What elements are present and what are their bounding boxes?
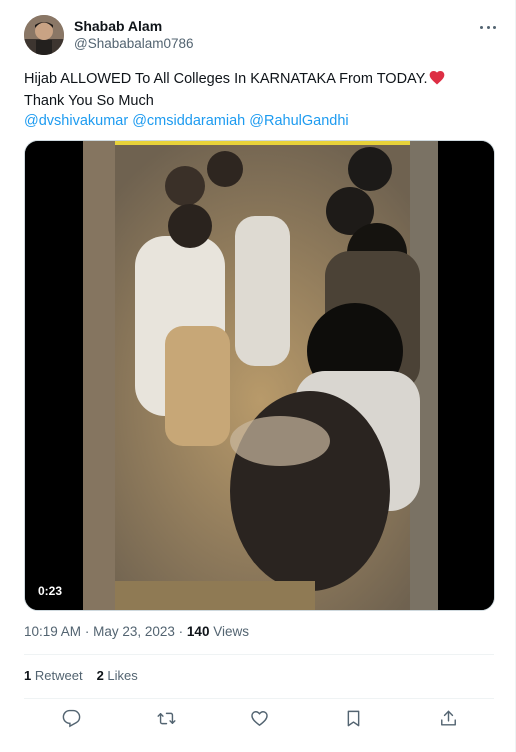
engagement-stats: 1 Retweet 2 Likes [24,667,138,684]
mention-link[interactable]: @cmsiddaramiah [132,113,245,129]
tweet-line-2: Thank You So Much [24,93,154,109]
author-handle[interactable]: @Shababalam0786 [74,35,194,52]
tweet-text: Hijab ALLOWED To All Colleges In KARNATA… [24,69,494,131]
divider [24,698,494,699]
video-player[interactable] [24,140,495,611]
heart-emoji-icon [429,70,445,91]
tweet-line-1-text: Hijab ALLOWED To All Colleges In KARNATA… [24,71,428,87]
like-icon[interactable] [241,700,277,736]
video-duration: 0:23 [33,582,68,601]
tweet-time[interactable]: 10:19 AM [24,624,81,639]
retweets-label: Retweet [34,668,83,683]
likes-count: 2 [96,668,104,683]
mention-link[interactable]: @RahulGandhi [249,113,348,129]
views-label: Views [213,624,249,639]
retweet-icon[interactable] [148,700,184,736]
meta-separator: · [84,624,90,639]
likes-stat[interactable]: 2 Likes [97,668,138,683]
avatar[interactable] [24,15,64,55]
reply-icon[interactable] [53,700,89,736]
author-name[interactable]: Shabab Alam [74,18,162,35]
share-icon[interactable] [430,700,466,736]
more-icon[interactable] [478,17,498,37]
retweets-count: 1 [24,668,32,683]
tweet-mentions: @dvshivakumar @cmsiddaramiah @RahulGandh… [24,111,494,131]
tweet-line-1: Hijab ALLOWED To All Colleges In KARNATA… [24,69,494,91]
tweet-card: Shabab Alam @Shababalam0786 Hijab ALLOWE… [0,0,516,752]
meta-separator: · [178,624,184,639]
bookmark-icon[interactable] [335,700,371,736]
divider [24,654,494,655]
views-count: 140 [186,624,210,639]
action-bar [24,700,494,736]
retweets-stat[interactable]: 1 Retweet [24,668,83,683]
tweet-meta: 10:19 AM · May 23, 2023 · 140 Views [24,623,249,640]
likes-label: Likes [107,668,138,683]
video-frame [25,141,494,610]
mention-link[interactable]: @dvshivakumar [24,113,128,129]
tweet-date[interactable]: May 23, 2023 [93,624,175,639]
